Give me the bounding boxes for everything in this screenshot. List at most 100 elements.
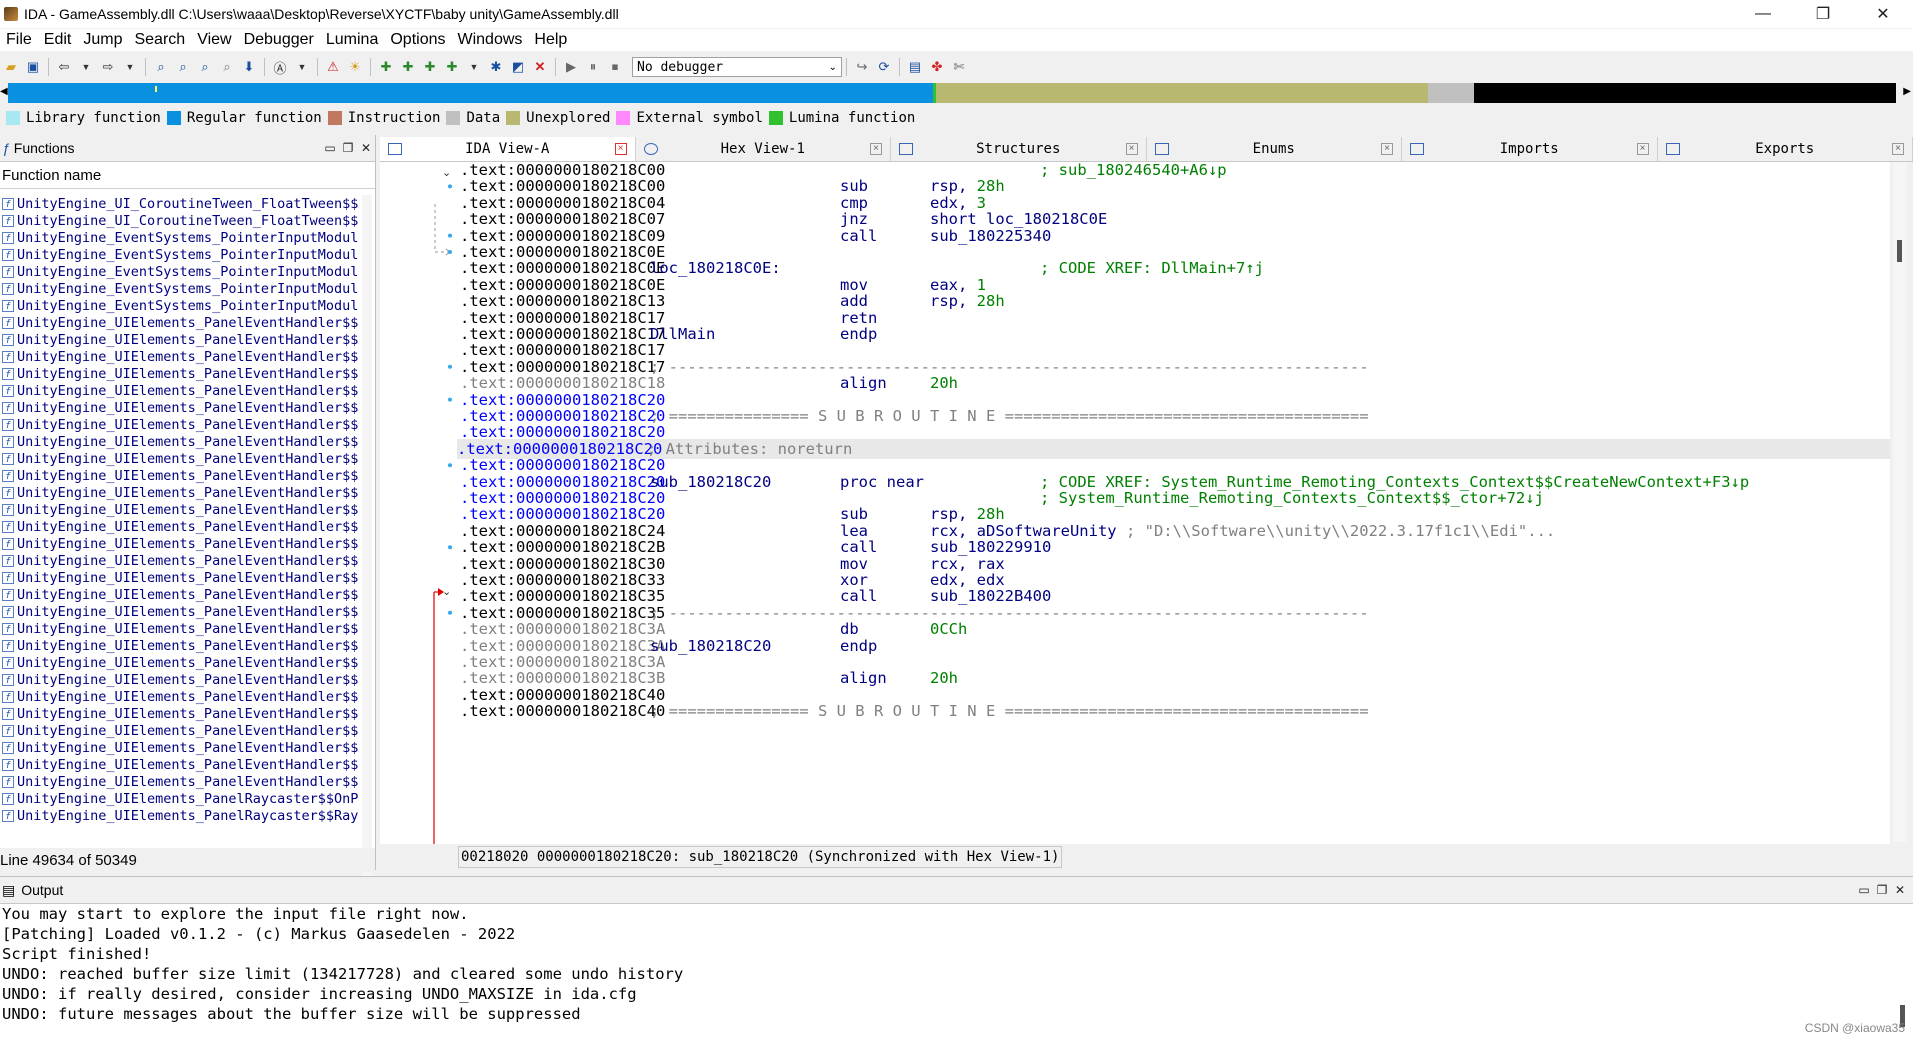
disasm-operands[interactable]: 20h bbox=[930, 668, 958, 688]
sun-icon[interactable]: ☀ bbox=[345, 57, 365, 77]
function-list-item[interactable]: fUnityEngine_UIElements_PanelEventHandle… bbox=[0, 331, 360, 348]
jump-down-icon[interactable]: ⬇ bbox=[239, 57, 259, 77]
function-list-item[interactable]: fUnityEngine_UIElements_PanelEventHandle… bbox=[0, 637, 360, 654]
breakpoint-icon[interactable]: ✤ bbox=[927, 57, 947, 77]
tab-exports[interactable]: Exports × bbox=[1658, 137, 1913, 161]
close-window-button[interactable]: ✕ bbox=[1853, 0, 1913, 28]
function-list-item[interactable]: fUnityEngine_UIElements_PanelEventHandle… bbox=[0, 518, 360, 535]
menu-debugger[interactable]: Debugger bbox=[238, 31, 320, 49]
tab-hex-view[interactable]: Hex View-1 × bbox=[636, 137, 892, 161]
delete-icon[interactable]: ✕ bbox=[530, 57, 550, 77]
text-dropdown-icon[interactable]: ▼ bbox=[292, 57, 312, 77]
function-list-item[interactable]: fUnityEngine_UIElements_PanelEventHandle… bbox=[0, 399, 360, 416]
debugger-select[interactable]: No debugger ⌄ bbox=[632, 57, 842, 77]
minimize-button[interactable]: — bbox=[1733, 0, 1793, 28]
function-list-item[interactable]: fUnityEngine_UIElements_PanelEventHandle… bbox=[0, 365, 360, 382]
menu-options[interactable]: Options bbox=[384, 31, 451, 49]
text-search-icon[interactable]: ⌕ bbox=[173, 57, 193, 77]
pause-debug-icon[interactable]: ⏸ bbox=[583, 57, 603, 77]
menu-help[interactable]: Help bbox=[528, 31, 573, 49]
graph-icon[interactable]: ✱ bbox=[486, 57, 506, 77]
disasm-operands[interactable]: sub_180225340 bbox=[930, 226, 1051, 246]
disasm-operands[interactable]: 0CCh bbox=[930, 619, 967, 639]
forward-dropdown-icon[interactable]: ▼ bbox=[120, 57, 140, 77]
add-item-icon[interactable]: ✚ bbox=[442, 57, 462, 77]
nav-left-arrow-icon[interactable]: ◀ bbox=[0, 86, 8, 97]
disasm-label[interactable]: sub_180218C20 bbox=[650, 472, 771, 492]
disasm-label[interactable]: sub_180218C20 bbox=[650, 636, 771, 656]
close-tab-icon[interactable]: × bbox=[1892, 143, 1904, 155]
add-struct-icon[interactable]: ✚ bbox=[398, 57, 418, 77]
function-list-item[interactable]: fUnityEngine_UIElements_PanelEventHandle… bbox=[0, 348, 360, 365]
menu-view[interactable]: View bbox=[191, 31, 237, 49]
open-folder-icon[interactable]: ▰ bbox=[1, 57, 21, 77]
close-tab-icon[interactable]: × bbox=[1126, 143, 1138, 155]
close-tab-icon[interactable]: × bbox=[870, 143, 882, 155]
immediate-search-icon[interactable]: ⌕ bbox=[195, 57, 215, 77]
disasm-label[interactable]: loc_180218C0E: bbox=[650, 258, 781, 278]
disasm-line[interactable]: .text:0000000180218C20; Attributes: nore… bbox=[457, 439, 1890, 459]
modules-icon[interactable]: ▤ bbox=[905, 57, 925, 77]
function-list-item[interactable]: fUnityEngine_UIElements_PanelEventHandle… bbox=[0, 382, 360, 399]
tab-ida-view-a[interactable]: IDA View-A × bbox=[380, 137, 636, 161]
close-panel-icon[interactable]: ✕ bbox=[1891, 881, 1909, 899]
disassembly-scrollbar[interactable] bbox=[1893, 162, 1907, 842]
close-tab-icon[interactable]: × bbox=[615, 143, 627, 155]
restore-button[interactable]: ❐ bbox=[1793, 0, 1853, 28]
function-list-item[interactable]: fUnityEngine_UIElements_PanelEventHandle… bbox=[0, 535, 360, 552]
scrollbar-thumb[interactable] bbox=[1897, 240, 1902, 262]
disasm-line[interactable]: .text:0000000180218C40; =============== … bbox=[460, 701, 665, 721]
disasm-operands[interactable]: rsp, 28h bbox=[930, 291, 1005, 311]
close-tab-icon[interactable]: × bbox=[1637, 143, 1649, 155]
function-list-item[interactable]: fUnityEngine_UIElements_PanelEventHandle… bbox=[0, 586, 360, 603]
float-panel-icon[interactable]: ❐ bbox=[339, 139, 357, 157]
function-list-item[interactable]: fUnityEngine_UIElements_PanelEventHandle… bbox=[0, 467, 360, 484]
menu-jump[interactable]: Jump bbox=[77, 31, 128, 49]
back-dropdown-icon[interactable]: ▼ bbox=[76, 57, 96, 77]
function-list-item[interactable]: fUnityEngine_UIElements_PanelEventHandle… bbox=[0, 450, 360, 467]
navigation-band[interactable] bbox=[8, 83, 1896, 103]
menu-edit[interactable]: Edit bbox=[38, 31, 78, 49]
save-icon[interactable]: ▣ bbox=[23, 57, 43, 77]
tab-enums[interactable]: Enums × bbox=[1147, 137, 1403, 161]
function-list-item[interactable]: fUnityEngine_UI_CoroutineTween_FloatTwee… bbox=[0, 195, 360, 212]
function-list-item[interactable]: fUnityEngine_UIElements_PanelEventHandle… bbox=[0, 654, 360, 671]
tab-structures[interactable]: Structures × bbox=[891, 137, 1147, 161]
function-list-item[interactable]: fUnityEngine_UIElements_PanelEventHandle… bbox=[0, 671, 360, 688]
add-dropdown-icon[interactable]: ▼ bbox=[464, 57, 484, 77]
function-list-item[interactable]: fUnityEngine_UIElements_PanelEventHandle… bbox=[0, 739, 360, 756]
function-list-item[interactable]: fUnityEngine_UI_CoroutineTween_FloatTwee… bbox=[0, 212, 360, 229]
function-list-item[interactable]: fUnityEngine_EventSystems_PointerInputMo… bbox=[0, 263, 360, 280]
binary-search-icon[interactable]: ⌕ bbox=[151, 57, 171, 77]
disassembly-view[interactable]: ⌄ ⌄ .text:0000000180218C00; sub_18024654… bbox=[380, 162, 1890, 844]
back-arrow-icon[interactable]: ⇦ bbox=[54, 57, 74, 77]
close-panel-icon[interactable]: ✕ bbox=[357, 139, 375, 157]
function-list-item[interactable]: fUnityEngine_UIElements_PanelEventHandle… bbox=[0, 484, 360, 501]
wrench-icon[interactable]: ✄ bbox=[949, 57, 969, 77]
menu-search[interactable]: Search bbox=[128, 31, 191, 49]
maximize-panel-icon[interactable]: ▭ bbox=[1855, 881, 1873, 899]
function-list-item[interactable]: fUnityEngine_EventSystems_PointerInputMo… bbox=[0, 246, 360, 263]
menu-windows[interactable]: Windows bbox=[451, 31, 528, 49]
text-tool-icon[interactable]: Ⓐ bbox=[270, 57, 290, 77]
function-list-item[interactable]: fUnityEngine_UIElements_PanelRaycaster$$… bbox=[0, 790, 360, 807]
function-list-item[interactable]: fUnityEngine_UIElements_PanelEventHandle… bbox=[0, 773, 360, 790]
function-list-item[interactable]: fUnityEngine_UIElements_PanelEventHandle… bbox=[0, 603, 360, 620]
menu-file[interactable]: File bbox=[0, 31, 38, 49]
function-list-item[interactable]: fUnityEngine_UIElements_PanelEventHandle… bbox=[0, 722, 360, 739]
function-list-item[interactable]: fUnityEngine_UIElements_PanelRaycaster$$… bbox=[0, 807, 360, 824]
forward-arrow-icon[interactable]: ⇨ bbox=[98, 57, 118, 77]
function-list-item[interactable]: fUnityEngine_EventSystems_PointerInputMo… bbox=[0, 297, 360, 314]
warning-icon[interactable]: ⚠ bbox=[323, 57, 343, 77]
function-list-item[interactable]: fUnityEngine_UIElements_PanelEventHandle… bbox=[0, 552, 360, 569]
add-enum-icon[interactable]: ✚ bbox=[420, 57, 440, 77]
function-name-column-header[interactable]: Function name bbox=[0, 162, 375, 189]
function-list-item[interactable]: fUnityEngine_UIElements_PanelEventHandle… bbox=[0, 688, 360, 705]
function-list-item[interactable]: fUnityEngine_UIElements_PanelEventHandle… bbox=[0, 705, 360, 722]
sync-icon[interactable]: ⟳ bbox=[874, 57, 894, 77]
disasm-operands[interactable]: 20h bbox=[930, 373, 958, 393]
add-segment-icon[interactable]: ✚ bbox=[376, 57, 396, 77]
maximize-panel-icon[interactable]: ▭ bbox=[321, 139, 339, 157]
stop-debug-icon[interactable]: ⏹ bbox=[605, 57, 625, 77]
start-debug-icon[interactable]: ▶ bbox=[561, 57, 581, 77]
